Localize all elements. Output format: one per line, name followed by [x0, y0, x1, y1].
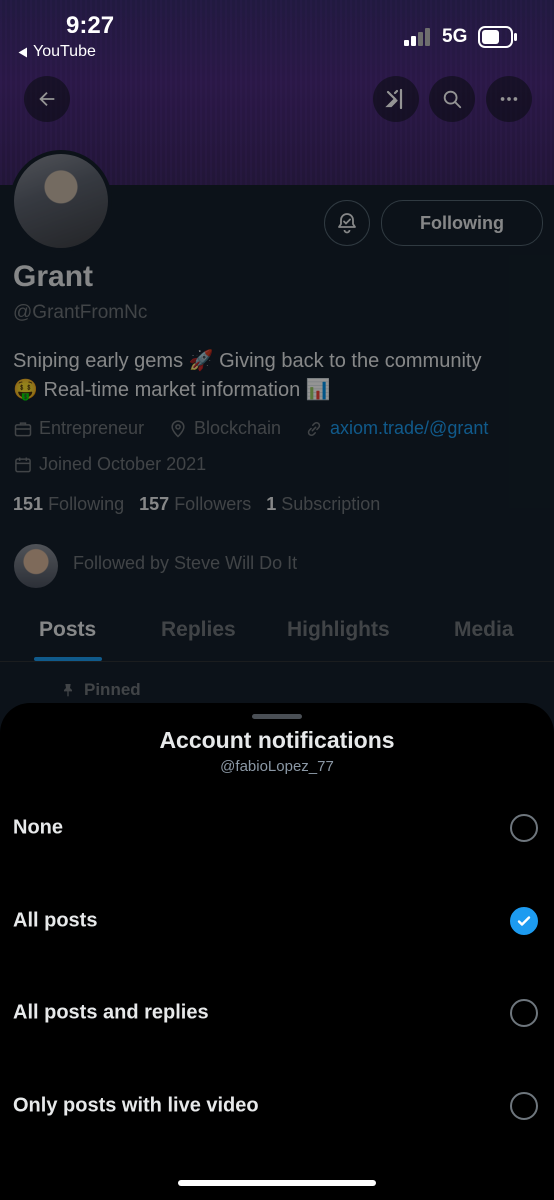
option-label: All posts [13, 909, 98, 932]
status-time: 9:27 [66, 12, 115, 39]
back-triangle-icon [18, 47, 27, 57]
radio-unchecked-icon[interactable] [510, 814, 538, 842]
sheet-grabber[interactable] [252, 714, 302, 719]
back-to-app-button[interactable]: YouTube [18, 43, 96, 61]
home-indicator[interactable] [178, 1180, 376, 1186]
notifications-sheet: Account notifications @fabioLopez_77 Non… [0, 703, 554, 1200]
checkmark-icon [517, 916, 531, 926]
option-all-posts-and-replies[interactable]: All posts and replies [0, 967, 554, 1059]
back-app-label: YouTube [33, 43, 96, 60]
option-none[interactable]: None [0, 782, 554, 874]
signal-icon [404, 28, 430, 46]
option-live-video[interactable]: Only posts with live video [0, 1060, 554, 1152]
network-type: 5G [442, 26, 468, 47]
option-label: None [13, 816, 63, 839]
option-label: Only posts with live video [13, 1094, 259, 1117]
sheet-subtitle: @fabioLopez_77 [220, 758, 334, 775]
option-all-posts[interactable]: All posts [0, 875, 554, 967]
radio-checked-icon[interactable] [510, 907, 538, 935]
radio-unchecked-icon[interactable] [510, 999, 538, 1027]
sheet-title: Account notifications [159, 727, 395, 753]
radio-unchecked-icon[interactable] [510, 1092, 538, 1120]
battery-icon [478, 26, 517, 48]
option-label: All posts and replies [13, 1001, 209, 1024]
